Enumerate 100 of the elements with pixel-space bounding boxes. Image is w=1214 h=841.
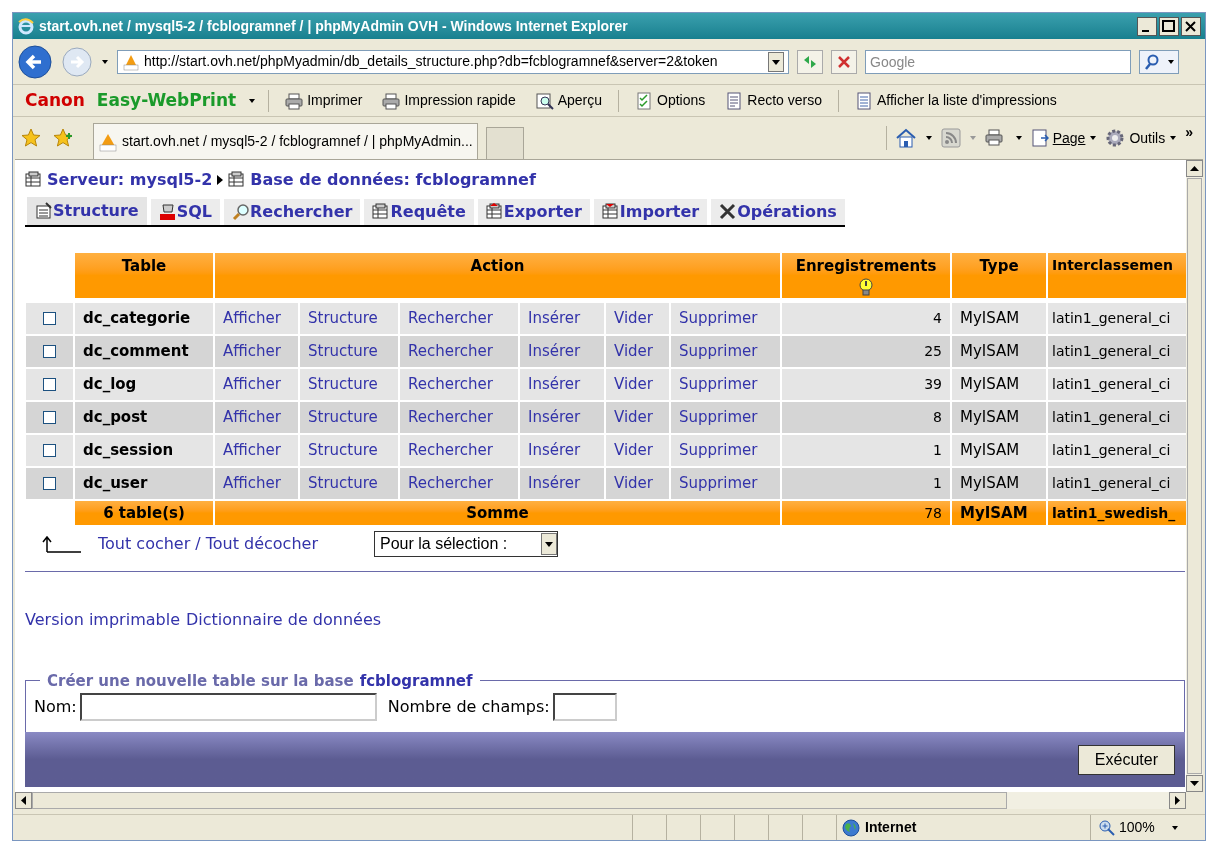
security-zone: Internet: [865, 818, 917, 837]
brand-logo: Canon: [25, 88, 85, 112]
page-tab[interactable]: Rechercher: [224, 199, 361, 225]
checkbox[interactable]: [43, 444, 56, 457]
server-link[interactable]: Serveur: mysql5-2: [47, 168, 213, 192]
caret-icon[interactable]: [1014, 135, 1023, 141]
page-tab[interactable]: Exporter: [477, 199, 590, 225]
checkbox[interactable]: [43, 411, 56, 424]
table-name: dc_categorie: [83, 308, 191, 330]
selection-dropdown[interactable]: Pour la sélection :: [374, 531, 558, 557]
page-tab[interactable]: Structure: [27, 197, 147, 225]
add-favorite-icon[interactable]: [53, 128, 73, 148]
list-icon: [855, 91, 873, 110]
database-icon: [228, 171, 247, 189]
arrow-up-icon: [41, 534, 81, 554]
uncheck-all-link[interactable]: Tout décocher: [205, 532, 318, 556]
vertical-scrollbar[interactable]: [1186, 160, 1203, 792]
maximize-button[interactable]: [1159, 16, 1179, 36]
star-icon[interactable]: [21, 128, 41, 148]
field-count-input[interactable]: [552, 693, 617, 721]
column-header[interactable]: Action: [470, 255, 525, 278]
structure-icon: [35, 202, 53, 220]
checkbox[interactable]: [43, 312, 56, 325]
home-icon[interactable]: [894, 128, 917, 148]
table-cell-text: MyISAM: [960, 308, 1020, 330]
minimize-button[interactable]: [1137, 16, 1157, 36]
print-link[interactable]: Dictionnaire de données: [185, 608, 382, 632]
caret-icon: [1089, 135, 1098, 141]
table-name: dc_post: [83, 407, 148, 429]
name-input[interactable]: [79, 693, 377, 721]
scroll-left-icon: [15, 792, 32, 809]
column-header[interactable]: Table: [121, 255, 167, 278]
total-collation: latin1_swedish_: [1052, 503, 1176, 524]
print-toolbar-button[interactable]: Options: [631, 90, 710, 111]
checkbox[interactable]: [43, 477, 56, 490]
table-cell-text: 25: [924, 342, 942, 361]
lightbulb-icon: [858, 277, 874, 296]
table-cell-text: 4: [933, 309, 942, 328]
caret-icon[interactable]: [248, 97, 257, 104]
zoom-button[interactable]: 100%: [1091, 817, 1163, 838]
table-cell-text: latin1_general_ci: [1052, 441, 1171, 460]
print-toolbar-button[interactable]: Recto verso: [721, 90, 826, 111]
page-tab[interactable]: Opérations: [711, 199, 845, 225]
print-toolbar-button[interactable]: Impression rapide: [378, 90, 520, 111]
horizontal-scrollbar[interactable]: [15, 792, 1186, 809]
search-button[interactable]: [1139, 49, 1179, 74]
execute-button[interactable]: Exécuter: [1077, 744, 1175, 775]
print-toolbar-button[interactable]: Imprimer: [281, 90, 367, 111]
table-name: dc_comment: [83, 341, 189, 363]
page-tab[interactable]: Requête: [364, 199, 474, 225]
field-label: Nom:: [34, 696, 77, 718]
table-count: 6 table(s): [103, 502, 185, 524]
tools-icon: [719, 203, 738, 221]
check-all-link[interactable]: Tout cocher: [98, 532, 191, 556]
print-toolbar-button[interactable]: Afficher la liste d'impressions: [851, 90, 1061, 111]
printer-icon: [382, 91, 401, 110]
checkbox[interactable]: [43, 378, 56, 391]
magnifier-icon: [535, 91, 554, 110]
feed-icon[interactable]: [940, 128, 961, 148]
table-cell-text: latin1_general_ci: [1052, 309, 1171, 328]
address-field[interactable]: http://start.ovh.net/phpMyadmin/db_details_structure.php?db=fcblogramnef&server=2&token: [117, 49, 789, 74]
tools-menu[interactable]: Outils: [1105, 127, 1178, 149]
table-cell-text: MyISAM: [960, 407, 1020, 429]
document-icon: [725, 91, 744, 110]
arrow-right-icon: [216, 174, 225, 186]
server-icon: [25, 171, 43, 189]
zoom-icon: [1099, 819, 1115, 836]
stop-button[interactable]: [831, 49, 857, 74]
refresh-button[interactable]: [797, 49, 823, 74]
scroll-right-icon: [1169, 792, 1186, 809]
table-cell-text: latin1_general_ci: [1052, 342, 1171, 361]
table-cell-text: 39: [924, 375, 942, 394]
checkbox[interactable]: [43, 345, 56, 358]
search-field[interactable]: Google: [865, 49, 1131, 74]
table-cell-text: latin1_general_ci: [1052, 474, 1171, 493]
database-link[interactable]: Base de données: fcblogramnef: [250, 168, 536, 192]
table-name: dc_session: [83, 440, 174, 462]
print-link[interactable]: Version imprimable: [25, 608, 180, 632]
caret-icon[interactable]: [924, 135, 933, 141]
more-button[interactable]: »: [1185, 121, 1193, 143]
scroll-thumb[interactable]: [1187, 178, 1202, 774]
caret-icon[interactable]: [1170, 824, 1179, 831]
table-cell-text: 1: [933, 441, 942, 460]
page-tab[interactable]: SQL: [150, 199, 221, 225]
back-button[interactable]: [17, 43, 53, 80]
field-label: Nombre de champs:: [387, 696, 550, 718]
globe-icon: [841, 817, 861, 838]
query-icon: [372, 203, 391, 221]
table-name: dc_log: [83, 374, 137, 396]
scroll-thumb[interactable]: [32, 792, 1007, 809]
close-button[interactable]: [1181, 16, 1201, 36]
page-menu[interactable]: Page: [1030, 127, 1098, 149]
print-toolbar-button[interactable]: Aperçu: [531, 90, 607, 111]
table-cell-text: latin1_general_ci: [1052, 408, 1171, 427]
table-cell-text: MyISAM: [960, 341, 1020, 363]
caret-icon[interactable]: [101, 58, 109, 65]
printer-icon: [285, 91, 304, 110]
browser-logo-icon: [17, 17, 35, 35]
browser-tab[interactable]: start.ovh.net / mysql5-2 / fcblogramnef / | phpMyAdmin...: [93, 123, 478, 159]
page-tab[interactable]: Importer: [593, 199, 708, 225]
